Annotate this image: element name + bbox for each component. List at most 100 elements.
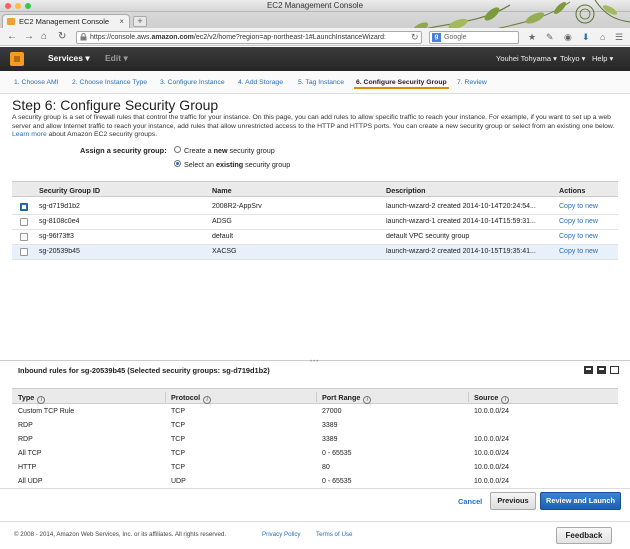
option-text: security group <box>227 146 275 155</box>
copy-to-new-link[interactable]: Copy to new <box>559 248 598 255</box>
table-row[interactable]: sg-96f73ff3 default default VPC security… <box>12 230 618 245</box>
reload-icon[interactable]: ↻ <box>411 32 419 43</box>
step-add-storage[interactable]: 4. Add Storage <box>236 77 285 89</box>
home-toolbar-icon[interactable]: ⌂ <box>600 32 605 42</box>
info-icon[interactable]: i <box>203 396 212 404</box>
tab-title: EC2 Management Console <box>19 17 110 26</box>
feedback-button[interactable]: Feedback <box>556 527 612 544</box>
review-and-launch-button[interactable]: Review and Launch <box>540 492 621 510</box>
close-window-icon[interactable] <box>5 3 11 9</box>
copy-to-new-link[interactable]: Copy to new <box>559 233 598 240</box>
inbound-rules-list[interactable]: Custom TCP Rule TCP 27000 10.0.0.0/24 RD… <box>12 405 618 488</box>
rule-type: RDP <box>18 422 33 429</box>
col-protocol-label: Protocol <box>171 393 201 402</box>
panel-splitter[interactable]: ••• <box>0 359 630 365</box>
downloads-icon[interactable]: ★ <box>528 32 536 43</box>
url-host: amazon.com <box>151 34 194 41</box>
rule-port: 3389 <box>322 436 338 443</box>
aws-header: Services ▾ Edit ▾ Youhei Tohyama ▾ Tokyo… <box>0 47 630 71</box>
row-checkbox[interactable] <box>20 248 28 256</box>
refresh-icon[interactable]: ↻ <box>58 31 66 42</box>
layout-bottom-icon[interactable] <box>584 366 593 374</box>
sg-id: sg-8108c0e4 <box>39 218 80 225</box>
forward-arrow-icon[interactable]: → <box>24 31 34 42</box>
inbound-table-header: Type i Protocol i Port Range i Source i <box>12 388 618 404</box>
col-sg-id[interactable]: Security Group ID <box>39 186 100 195</box>
previous-button[interactable]: Previous <box>490 492 536 510</box>
description-text: A security group is a set of firewall ru… <box>12 114 615 130</box>
select-existing-sg-radio[interactable] <box>174 160 181 167</box>
home-icon[interactable]: ⌂ <box>41 31 47 42</box>
table-row[interactable]: sg-d719d1b2 2008R2-AppSrv launch-wizard-… <box>12 200 618 215</box>
column-divider <box>316 392 317 402</box>
back-arrow-icon[interactable]: ← <box>7 31 17 42</box>
copy-to-new-link[interactable]: Copy to new <box>559 203 598 210</box>
row-checkbox[interactable] <box>20 233 28 241</box>
rule-port: 0 - 65535 <box>322 478 352 485</box>
aws-logo-icon[interactable] <box>10 52 24 66</box>
bookmark-icon[interactable]: ✎ <box>546 32 554 43</box>
privacy-policy-link[interactable]: Privacy Policy <box>262 531 301 538</box>
rule-protocol: TCP <box>171 464 185 471</box>
row-checkbox[interactable] <box>20 218 28 226</box>
col-name[interactable]: Name <box>212 186 232 195</box>
search-input[interactable]: g Google <box>429 31 519 44</box>
zoom-window-icon[interactable] <box>25 3 31 9</box>
col-type-label: Type <box>18 393 35 402</box>
step-choose-ami[interactable]: 1. Choose AMI <box>12 77 61 89</box>
create-new-sg-label[interactable]: Create a new security group <box>184 146 275 155</box>
create-new-sg-radio[interactable] <box>174 146 181 153</box>
learn-more-link[interactable]: Learn more <box>12 131 47 138</box>
copy-to-new-link[interactable]: Copy to new <box>559 218 598 225</box>
step-choose-instance-type[interactable]: 2. Choose Instance Type <box>70 77 149 89</box>
select-existing-sg-label[interactable]: Select an existing security group <box>184 160 290 169</box>
col-port-range-label: Port Range <box>322 393 361 402</box>
list-item: Custom TCP Rule TCP 27000 10.0.0.0/24 <box>12 405 618 419</box>
chevron-down-icon: ▾ <box>123 53 128 63</box>
cancel-button[interactable]: Cancel <box>458 497 482 506</box>
row-checkbox[interactable] <box>20 203 28 211</box>
menu-icon[interactable]: ☰ <box>615 32 623 43</box>
download-arrow-icon[interactable]: ⬇ <box>582 32 590 43</box>
table-row[interactable]: sg-8108c0e4 ADSG launch-wizard-1 created… <box>12 215 618 230</box>
rule-port: 27000 <box>322 408 342 415</box>
table-row[interactable]: sg-20539b45 XACSG launch-wizard-2 create… <box>12 245 618 260</box>
rule-port: 3389 <box>322 422 338 429</box>
col-description[interactable]: Description <box>386 186 426 195</box>
edit-menu[interactable]: Edit ▾ <box>105 53 128 64</box>
step-tag-instance[interactable]: 5. Tag Instance <box>296 77 346 89</box>
terms-of-use-link[interactable]: Terms of Use <box>316 531 352 538</box>
services-label: Services <box>48 53 83 63</box>
page-description: A security group is a set of firewall ru… <box>12 114 622 140</box>
drag-handle-icon[interactable]: ••• <box>310 359 319 365</box>
step-configure-instance[interactable]: 3. Configure Instance <box>158 77 227 89</box>
user-menu[interactable]: Youhei Tohyama ▾ <box>496 54 557 63</box>
layout-top-icon[interactable] <box>610 366 619 374</box>
rule-protocol: TCP <box>171 436 185 443</box>
info-icon[interactable]: i <box>363 396 372 404</box>
step-review[interactable]: 7. Review <box>455 77 489 89</box>
url-field[interactable]: https://console.aws.amazon.com/ec2/v2/ho… <box>76 31 422 44</box>
tab-close-icon[interactable]: × <box>119 15 124 28</box>
lock-toolbar-icon[interactable]: ◉ <box>564 32 572 43</box>
new-tab-button[interactable]: + <box>133 16 147 27</box>
col-port-range: Port Range i <box>322 393 372 404</box>
column-divider <box>165 392 166 402</box>
browser-tab[interactable]: EC2 Management Console × <box>2 14 130 28</box>
step-configure-security-group[interactable]: 6. Configure Security Group <box>354 77 449 89</box>
help-menu[interactable]: Help ▾ <box>592 54 613 63</box>
sg-description: launch-wizard-2 created 2014-10-15T19:35… <box>386 248 536 255</box>
rule-type: RDP <box>18 436 33 443</box>
sg-description: default VPC security group <box>386 233 470 240</box>
rule-port: 0 - 65535 <box>322 450 352 457</box>
region-menu[interactable]: Tokyo ▾ <box>560 54 585 63</box>
sg-name: default <box>212 233 234 240</box>
layout-split-icon[interactable] <box>597 366 606 374</box>
col-actions: Actions <box>559 186 586 195</box>
rule-source: 10.0.0.0/24 <box>474 408 510 415</box>
rule-source: 10.0.0.0/24 <box>474 478 510 485</box>
info-icon[interactable]: i <box>37 396 46 404</box>
info-icon[interactable]: i <box>501 396 510 404</box>
services-menu[interactable]: Services ▾ <box>48 53 90 64</box>
minimize-window-icon[interactable] <box>15 3 21 9</box>
